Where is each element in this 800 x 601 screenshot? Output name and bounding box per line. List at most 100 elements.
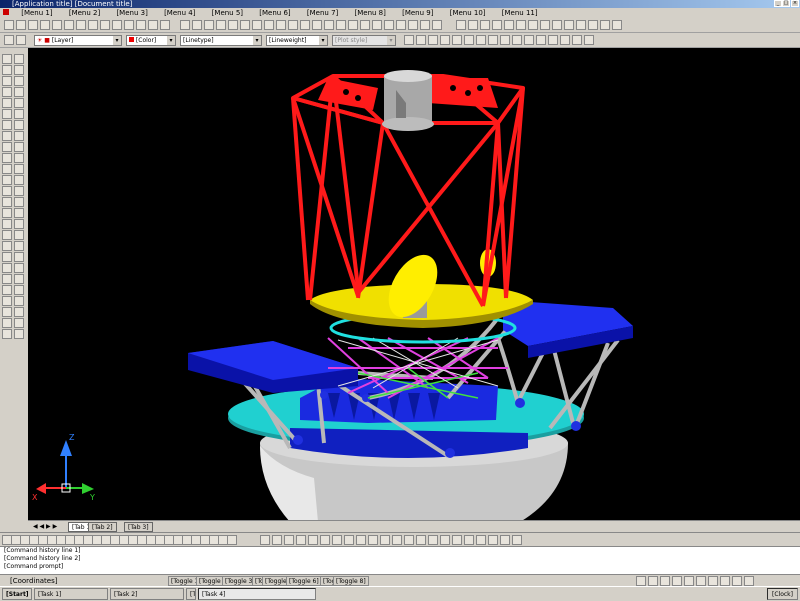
- modify-tool-icon[interactable]: [14, 98, 24, 108]
- menu-item[interactable]: [Menu 5]: [212, 9, 243, 17]
- standard-tool-icon[interactable]: [408, 20, 418, 30]
- standard-tool-icon[interactable]: [504, 20, 514, 30]
- taskbar-button[interactable]: [Task 1]: [34, 588, 108, 600]
- view-tool-icon[interactable]: [452, 35, 462, 45]
- standard-tool-icon[interactable]: [300, 20, 310, 30]
- standard-tool-icon[interactable]: [124, 20, 134, 30]
- draw-tool-icon[interactable]: [2, 76, 12, 86]
- view-tool-icon[interactable]: [572, 35, 582, 45]
- standard-tool-icon[interactable]: [228, 20, 238, 30]
- maximize-button[interactable]: □: [782, 0, 790, 7]
- standard-tool-icon[interactable]: [112, 20, 122, 30]
- standard-tool-icon[interactable]: [100, 20, 110, 30]
- standard-tool-icon[interactable]: [552, 20, 562, 30]
- drawing-viewport[interactable]: Z X Y: [28, 48, 800, 522]
- draw-tool-icon[interactable]: [2, 120, 12, 130]
- draw-tool-icon[interactable]: [2, 274, 12, 284]
- view-tool-icon[interactable]: [464, 35, 474, 45]
- draw-tool-icon[interactable]: [2, 252, 12, 262]
- modify-tool-icon[interactable]: [14, 164, 24, 174]
- standard-tool-icon[interactable]: [600, 20, 610, 30]
- modify-tool-icon[interactable]: [14, 296, 24, 306]
- standard-tool-icon[interactable]: [40, 20, 50, 30]
- standard-tool-icon[interactable]: [16, 20, 26, 30]
- draw-tool-icon[interactable]: [2, 175, 12, 185]
- layer-combo[interactable]: ☀ ■ [Layer] ▾: [34, 35, 122, 46]
- layer-state-icon[interactable]: [16, 35, 26, 45]
- standard-tool-icon[interactable]: [64, 20, 74, 30]
- tray-icon[interactable]: [732, 576, 742, 586]
- view-tool-icon[interactable]: [440, 35, 450, 45]
- draw-tool-icon[interactable]: [2, 109, 12, 119]
- modify-tool-icon[interactable]: [464, 535, 474, 545]
- modify-tool-icon[interactable]: [14, 120, 24, 130]
- menu-item[interactable]: [Menu 4]: [164, 9, 195, 17]
- standard-tool-icon[interactable]: [336, 20, 346, 30]
- standard-tool-icon[interactable]: [288, 20, 298, 30]
- layers-icon[interactable]: [4, 35, 14, 45]
- standard-tool-icon[interactable]: [516, 20, 526, 30]
- menu-item[interactable]: [Menu 2]: [69, 9, 100, 17]
- modify-tool-icon[interactable]: [416, 535, 426, 545]
- standard-tool-icon[interactable]: [480, 20, 490, 30]
- draw-tool-icon[interactable]: [2, 87, 12, 97]
- plotstyle-combo[interactable]: [Plot style] ▾: [332, 35, 396, 46]
- view-tool-icon[interactable]: [548, 35, 558, 45]
- draw-tool-icon[interactable]: [2, 65, 12, 75]
- tray-icon[interactable]: [744, 576, 754, 586]
- tray-icon[interactable]: [648, 576, 658, 586]
- standard-tool-icon[interactable]: [432, 20, 442, 30]
- draw-tool-icon[interactable]: [2, 131, 12, 141]
- dimension-tool-icon[interactable]: [227, 535, 237, 545]
- standard-tool-icon[interactable]: [76, 20, 86, 30]
- standard-tool-icon[interactable]: [28, 20, 38, 30]
- standard-tool-icon[interactable]: [136, 20, 146, 30]
- standard-tool-icon[interactable]: [492, 20, 502, 30]
- modify-tool-icon[interactable]: [296, 535, 306, 545]
- taskbar-button[interactable]: [Task 3]: [186, 588, 196, 600]
- modify-tool-icon[interactable]: [14, 109, 24, 119]
- standard-tool-icon[interactable]: [456, 20, 466, 30]
- tab-nav-arrows[interactable]: ◀ ◀ ▶ ▶: [30, 522, 60, 532]
- modify-tool-icon[interactable]: [14, 153, 24, 163]
- modify-tool-icon[interactable]: [14, 142, 24, 152]
- modify-tool-icon[interactable]: [14, 252, 24, 262]
- menu-item[interactable]: [Menu 7]: [307, 9, 338, 17]
- standard-tool-icon[interactable]: [468, 20, 478, 30]
- draw-tool-icon[interactable]: [2, 153, 12, 163]
- command-prompt[interactable]: [Command prompt]: [0, 563, 800, 571]
- view-tool-icon[interactable]: [500, 35, 510, 45]
- draw-tool-icon[interactable]: [2, 208, 12, 218]
- modify-tool-icon[interactable]: [452, 535, 462, 545]
- standard-tool-icon[interactable]: [216, 20, 226, 30]
- standard-tool-icon[interactable]: [396, 20, 406, 30]
- color-combo[interactable]: [Color] ▾: [126, 35, 176, 46]
- modify-tool-icon[interactable]: [260, 535, 270, 545]
- modify-tool-icon[interactable]: [512, 535, 522, 545]
- tray-icon[interactable]: [636, 576, 646, 586]
- draw-tool-icon[interactable]: [2, 307, 12, 317]
- standard-tool-icon[interactable]: [240, 20, 250, 30]
- view-tool-icon[interactable]: [428, 35, 438, 45]
- modify-tool-icon[interactable]: [14, 208, 24, 218]
- view-tool-icon[interactable]: [512, 35, 522, 45]
- view-tool-icon[interactable]: [404, 35, 414, 45]
- standard-tool-icon[interactable]: [276, 20, 286, 30]
- standard-tool-icon[interactable]: [88, 20, 98, 30]
- standard-tool-icon[interactable]: [204, 20, 214, 30]
- tray-icon[interactable]: [696, 576, 706, 586]
- modify-tool-icon[interactable]: [14, 131, 24, 141]
- draw-tool-icon[interactable]: [2, 164, 12, 174]
- modify-tool-icon[interactable]: [14, 65, 24, 75]
- standard-tool-icon[interactable]: [160, 20, 170, 30]
- standard-tool-icon[interactable]: [540, 20, 550, 30]
- modify-tool-icon[interactable]: [14, 54, 24, 64]
- menu-item[interactable]: [Menu 3]: [116, 9, 147, 17]
- standard-tool-icon[interactable]: [4, 20, 14, 30]
- status-toggle-model[interactable]: [Toggle 8]: [333, 576, 369, 586]
- view-tool-icon[interactable]: [488, 35, 498, 45]
- modify-tool-icon[interactable]: [14, 329, 24, 339]
- standard-tool-icon[interactable]: [564, 20, 574, 30]
- modify-tool-icon[interactable]: [14, 87, 24, 97]
- modify-tool-icon[interactable]: [14, 175, 24, 185]
